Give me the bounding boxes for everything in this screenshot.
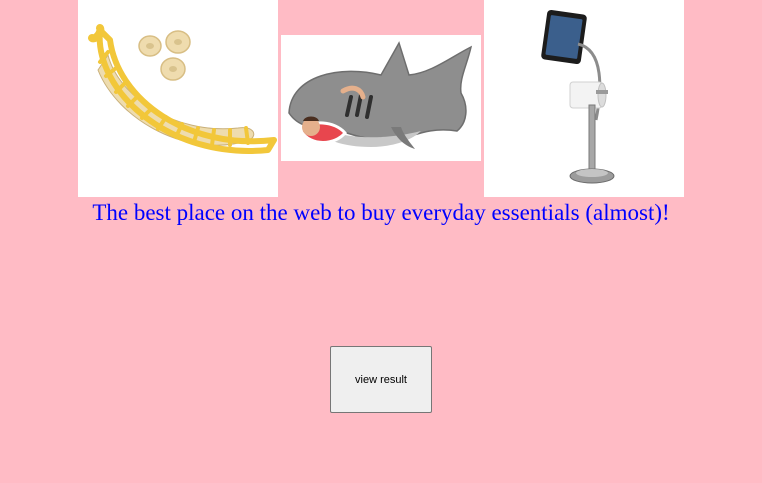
page: The best place on the web to buy everyda…	[0, 0, 762, 483]
tagline: The best place on the web to buy everyda…	[92, 200, 670, 225]
view-result-button[interactable]: view result	[330, 346, 432, 413]
banana-slicer-image	[78, 0, 278, 197]
tablet-stand-image	[484, 0, 684, 197]
shark-sleeping-bag-image	[281, 35, 481, 161]
